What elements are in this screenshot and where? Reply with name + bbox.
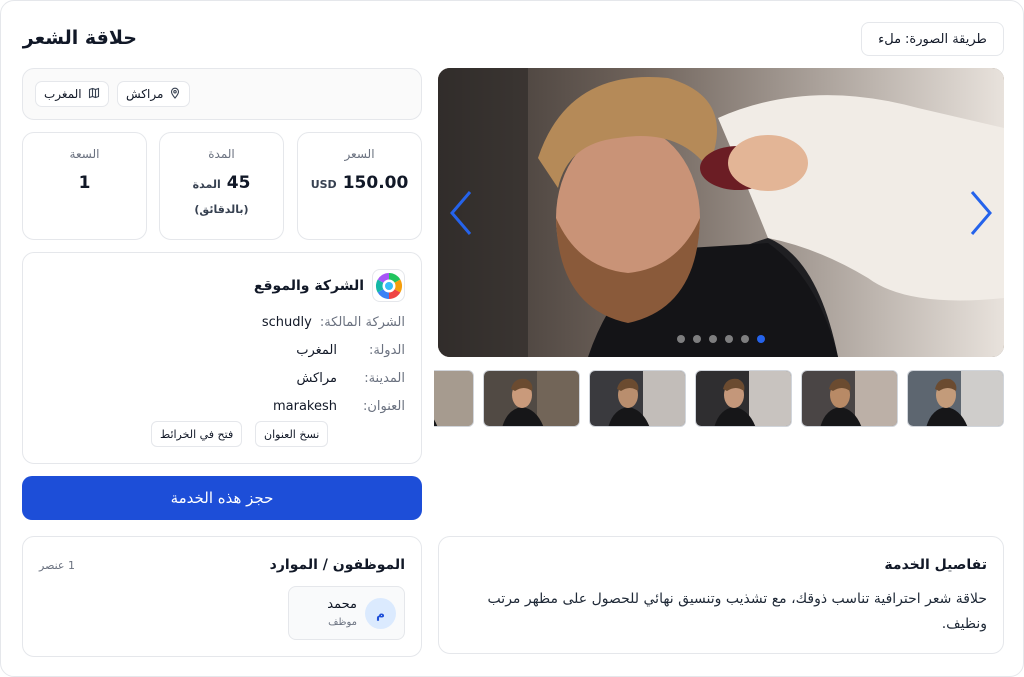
city-label: المدينة: [364,371,405,386]
staff-title: الموظفون / الموارد [269,557,405,573]
chip-city[interactable]: مراكش [117,81,191,107]
gallery-thumbnail[interactable] [589,370,686,427]
location-card: مراكش المغرب [22,68,422,120]
duration-label: المدة [208,147,235,161]
capacity-value-row: 1 [23,173,146,193]
chip-country[interactable]: المغرب [35,81,109,107]
capacity-value: 1 [78,173,91,193]
gallery-thumbnail[interactable] [695,370,792,427]
gallery-thumbnail[interactable] [483,370,580,427]
price-value: 150.00 [342,173,409,193]
owner-label: الشركة المالكة: [319,315,405,330]
stat-price: السعر 150.00 USD [297,132,422,240]
country-label: الدولة: [369,343,405,358]
map-icon [88,87,100,102]
image-mode-value: ملء [878,31,902,47]
stat-capacity: السعة 1 [22,132,147,240]
gallery-thumbnail[interactable] [907,370,1004,427]
staff-member-role: موظف [328,617,357,628]
carousel-dots [438,335,1004,343]
company-header: الشركة والموقع [254,269,405,302]
main-photo [438,68,1004,357]
duration-unit: المدة [192,178,221,191]
price-value-row: 150.00 USD [298,173,421,193]
owner-value: schudly [261,315,312,330]
capacity-label: السعة [69,147,100,161]
duration-sub: (بالدقائق) [194,203,249,216]
map-pin-icon [169,87,181,102]
staff-count: 1 عنصر [39,559,75,572]
carousel-dot[interactable] [725,335,733,343]
chevron-left-icon [450,191,472,235]
duration-value-row: 45 المدة [160,173,283,193]
price-label: السعر [344,147,375,161]
staff-member-card[interactable]: م محمد موظف [288,586,405,640]
city-row: المدينة: مراكش [296,371,405,386]
staff-member-name: محمد [327,597,357,612]
book-service-button[interactable]: حجز هذه الخدمة [22,476,422,520]
image-mode-button[interactable]: طريقة الصورة: ملء [861,22,1004,56]
avatar: م [365,598,396,629]
stat-duration: المدة 45 المدة (بالدقائق) [159,132,284,240]
gallery-thumbnail[interactable] [434,370,474,427]
price-currency: USD [310,178,337,191]
page-frame: حلاقة الشعر طريقة الصورة: ملء مراكش المغ… [0,0,1024,677]
page-title: حلاقة الشعر [22,27,137,49]
carousel-next-button[interactable] [966,188,996,238]
carousel-dot[interactable] [741,335,749,343]
address-value: marakesh [272,399,337,414]
address-label: العنوان: [362,399,405,414]
carousel-dot[interactable] [677,335,685,343]
open-in-maps-button[interactable]: فتح في الخرائط [151,421,243,447]
country-value: المغرب [296,343,337,358]
staff-card: الموظفون / الموارد 1 عنصر م محمد موظف [22,536,422,657]
details-description: حلاقة شعر احترافية تناسب ذوقك، مع تشذيب … [487,591,987,632]
address-row: العنوان: marakesh [273,399,405,414]
carousel-dot[interactable] [693,335,701,343]
owner-row: الشركة المالكة: schudly [262,315,405,330]
country-row: الدولة: المغرب [296,343,405,358]
company-card: الشركة والموقع الشركة المالكة: schudly ا… [22,252,422,464]
image-carousel[interactable] [438,68,1004,357]
carousel-dot[interactable] [757,335,765,343]
carousel-dot[interactable] [709,335,717,343]
image-mode-label: طريقة الصورة: [905,31,987,47]
thumbnail-strip [434,370,1004,428]
chevron-right-icon [970,191,992,235]
details-title: تفاصيل الخدمة [884,557,987,573]
city-value: مراكش [296,371,337,386]
service-details-card: تفاصيل الخدمة حلاقة شعر احترافية تناسب ذ… [438,536,1004,654]
chip-country-label: المغرب [44,87,82,101]
duration-value: 45 [226,173,251,193]
company-logo [372,269,405,302]
gallery-thumbnail[interactable] [801,370,898,427]
copy-address-button[interactable]: نسخ العنوان [255,421,329,447]
chip-city-label: مراكش [126,87,164,101]
carousel-prev-button[interactable] [446,188,476,238]
company-section-title: الشركة والموقع [253,277,364,294]
